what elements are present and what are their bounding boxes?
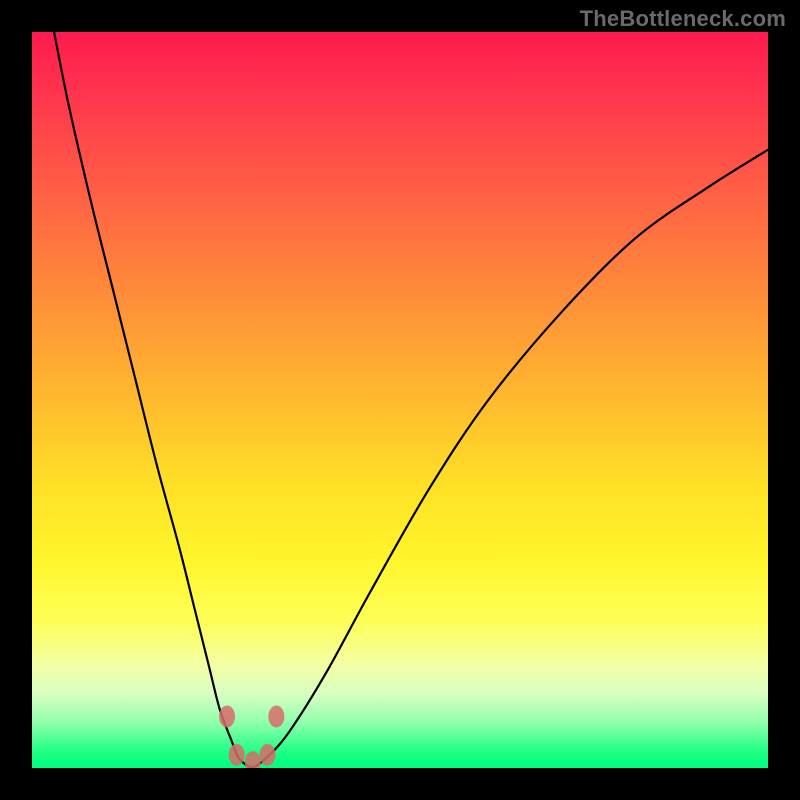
data-point-3: [260, 744, 276, 766]
data-point-0: [219, 705, 235, 727]
watermark-text: TheBottleneck.com: [580, 6, 786, 32]
curve-right-branch: [253, 150, 768, 768]
data-point-2: [245, 751, 261, 768]
bottleneck-curve: [54, 32, 768, 768]
chart-frame: TheBottleneck.com: [0, 0, 800, 800]
plot-area: [32, 32, 768, 768]
curve-left-branch: [54, 32, 253, 768]
data-point-1: [229, 744, 245, 766]
data-point-4: [268, 705, 284, 727]
curve-layer: [32, 32, 768, 768]
